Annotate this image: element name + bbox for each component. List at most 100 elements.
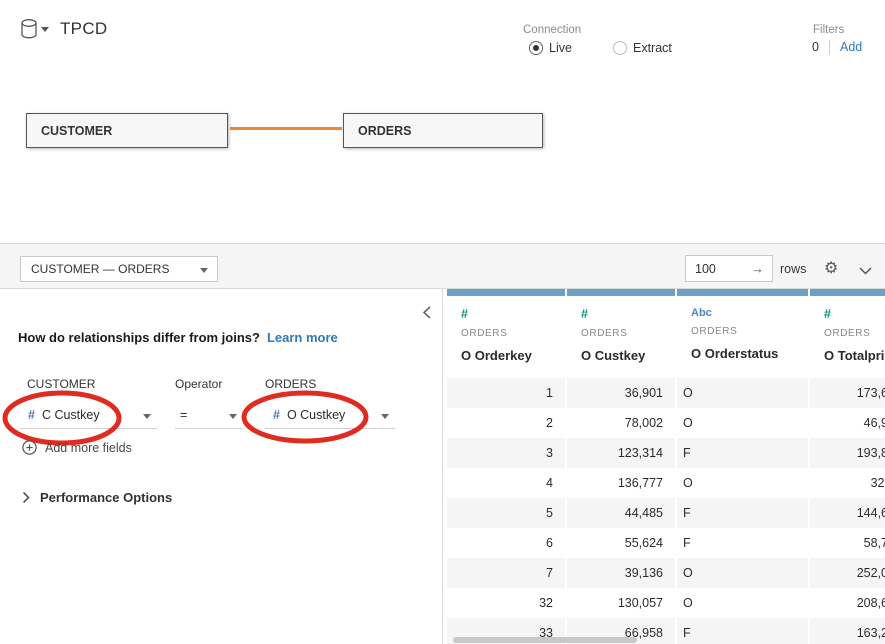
grid-cell: 5 [447,498,565,528]
relationship-noodle[interactable] [230,127,342,130]
performance-options-expander[interactable]: Performance Options [22,490,172,505]
performance-options-label: Performance Options [40,490,172,505]
string-type-icon: Abc [677,296,808,319]
grid-cell: 193,8 [810,438,885,468]
grid-cell: 44,485 [567,498,675,528]
grid-collapse-chevron-icon[interactable] [858,263,873,281]
add-more-fields-button[interactable]: Add more fields [22,440,132,455]
number-type-icon: # [810,296,885,321]
number-type-icon: # [447,296,565,321]
panel-collapse-chevron-icon[interactable] [421,305,432,325]
grid-cell: 130,057 [567,588,675,618]
radio-live-label: Live [549,41,572,55]
database-icon[interactable] [20,18,38,45]
grid-cell: 3 [447,438,565,468]
filters-label: Filters [813,24,844,36]
add-more-fields-label: Add more fields [45,441,132,455]
database-menu-caret-icon[interactable] [41,27,49,32]
operator-value: = [180,408,187,422]
chevron-right-icon [22,491,30,504]
right-field-dropdown[interactable]: # O Custkey [265,402,395,429]
grid-cell: O [677,588,808,618]
column-field-name: O Orderkey [447,339,565,363]
filters-divider [829,40,830,55]
radio-extract-label: Extract [633,41,672,55]
number-field-icon: # [273,408,280,422]
right-field-value: O Custkey [287,408,345,422]
grid-cell: F [677,528,808,558]
row-count-input[interactable]: 100 → [685,255,773,282]
tableau-datasource-page: TPCD Connection Live Extract Filters 0 A… [0,0,885,644]
grid-column-orderstatus: Abc ORDERS O Orderstatus O O F O F F O O… [677,289,808,644]
number-field-icon: # [28,408,35,422]
grid-cell: 4 [447,468,565,498]
canvas-table-customer[interactable]: CUSTOMER [26,113,228,148]
grid-cell: F [677,498,808,528]
chevron-down-icon [143,414,151,419]
grid-cell: 208,6 [810,588,885,618]
grid-cell: 36,901 [567,378,675,408]
left-field-value: C Custkey [42,408,100,422]
chevron-down-icon [381,414,389,419]
column-header[interactable]: Abc ORDERS O Orderstatus [677,296,808,378]
grid-cell: F [677,438,808,468]
learn-more-link[interactable]: Learn more [267,330,338,345]
grid-cell: 6 [447,528,565,558]
grid-settings-gear-icon[interactable]: ⚙ [824,258,838,278]
column-field-name: O Totalprice [810,339,885,363]
relationship-selector[interactable]: CUSTOMER — ORDERS [20,256,218,282]
column-header[interactable]: # ORDERS O Custkey [567,296,675,378]
grid-cell: 7 [447,558,565,588]
data-preview-grid: # ORDERS O Orderkey 1 2 3 4 5 6 7 32 33 … [444,289,885,644]
datasource-title[interactable]: TPCD [60,19,107,39]
right-table-column-label: ORDERS [265,377,316,391]
grid-cell: 39,136 [567,558,675,588]
grid-cell: O [677,378,808,408]
question-text: How do relationships differ from joins? [18,330,260,345]
operator-dropdown[interactable]: = [175,402,243,429]
horizontal-scrollbar-thumb[interactable] [453,637,637,643]
chevron-down-icon [229,414,237,419]
connection-label: Connection [523,24,581,36]
filters-count: 0 [812,40,819,54]
radio-extract-icon[interactable] [613,41,627,55]
left-table-column-label: CUSTOMER [27,377,95,391]
rows-label: rows [780,262,806,276]
column-source: ORDERS [567,321,675,339]
column-accent-strip [810,289,885,296]
grid-column-orderkey: # ORDERS O Orderkey 1 2 3 4 5 6 7 32 33 [447,289,565,644]
column-source: ORDERS [447,321,565,339]
grid-column-custkey: # ORDERS O Custkey 36,901 78,002 123,314… [567,289,675,644]
row-count-value[interactable]: 100 [695,262,716,276]
column-field-name: O Custkey [567,339,675,363]
radio-extract[interactable]: Extract [613,40,672,56]
grid-column-totalprice: # ORDERS O Totalprice 173,6 46,9 193,8 3… [810,289,885,644]
apply-rows-arrow-icon[interactable]: → [751,261,764,276]
grid-cell: 32 [447,588,565,618]
grid-cell: 46,9 [810,408,885,438]
preview-toolbar: CUSTOMER — ORDERS 100 → rows ⚙ [0,243,885,289]
canvas-table-orders[interactable]: ORDERS [343,113,543,148]
column-source: ORDERS [677,319,808,337]
grid-cell: F [677,618,808,644]
left-field-dropdown[interactable]: # C Custkey [20,402,157,429]
grid-cell: O [677,468,808,498]
grid-cell: 32, [810,468,885,498]
grid-cell: 123,314 [567,438,675,468]
column-header[interactable]: # ORDERS O Totalprice [810,296,885,378]
column-header[interactable]: # ORDERS O Orderkey [447,296,565,378]
grid-cell: 173,6 [810,378,885,408]
radio-live-icon[interactable] [529,41,543,55]
column-accent-strip [567,289,675,296]
radio-live[interactable]: Live [529,40,572,56]
column-accent-strip [677,289,808,296]
grid-cell: 163,2 [810,618,885,644]
relationships-question-text: How do relationships differ from joins? L… [18,330,338,345]
filters-add-link[interactable]: Add [840,40,862,54]
chevron-down-icon [200,268,208,273]
column-field-name: O Orderstatus [677,337,808,361]
grid-cell: 144,6 [810,498,885,528]
grid-cell: 58,7 [810,528,885,558]
grid-cell: 78,002 [567,408,675,438]
relationship-selector-label: CUSTOMER — ORDERS [31,262,169,276]
